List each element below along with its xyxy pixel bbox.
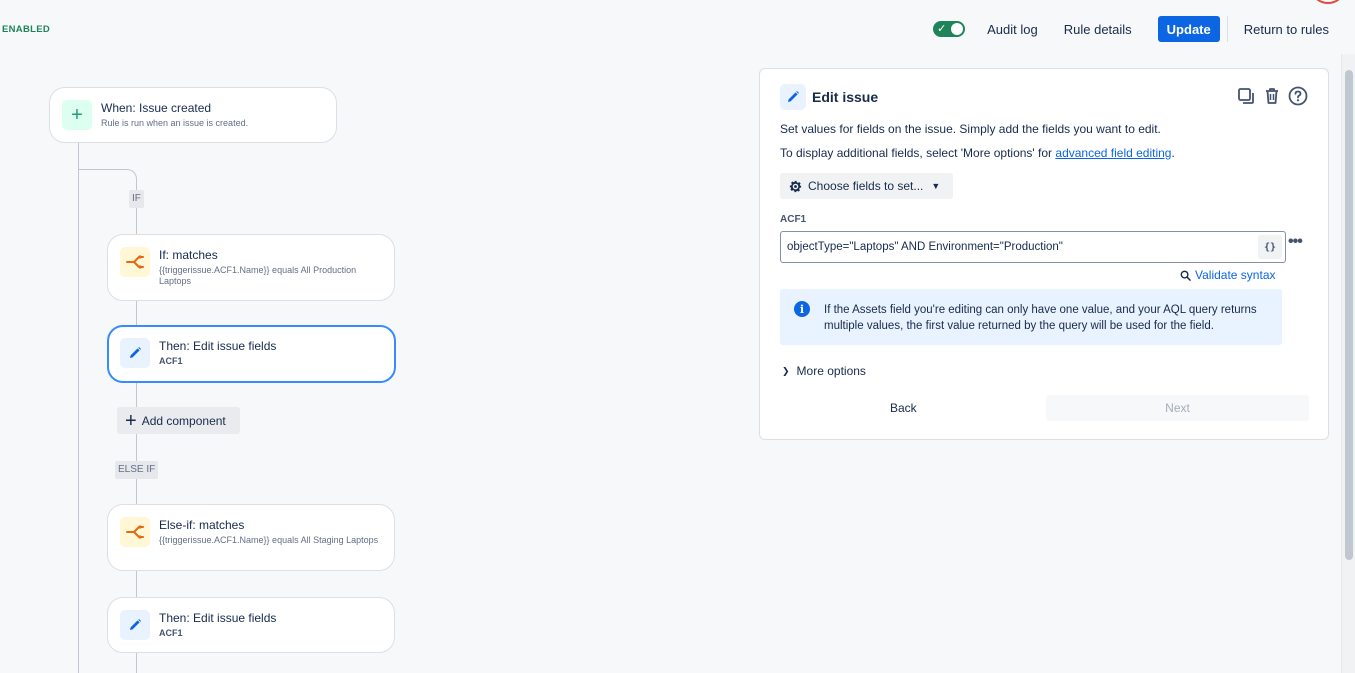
choose-fields-button[interactable]: Choose fields to set... ▼ (780, 173, 953, 199)
flow-branch-curve (78, 169, 137, 189)
validate-syntax-button[interactable]: Validate syntax (1180, 268, 1276, 282)
pencil-icon (120, 338, 150, 368)
trigger-subtitle: Rule is run when an issue is created. (101, 118, 249, 128)
next-button[interactable]: Next (1046, 395, 1309, 421)
branch-icon (120, 517, 150, 547)
return-to-rules-button[interactable]: Return to rules (1244, 22, 1329, 37)
advanced-field-editing-link[interactable]: advanced field editing (1055, 146, 1171, 160)
smart-values-button[interactable]: {} (1258, 235, 1282, 259)
acf1-aql-input[interactable]: objectType="Laptops" AND Environment="Pr… (780, 231, 1286, 263)
desc-2-suffix: . (1171, 146, 1175, 160)
if-condition-node[interactable]: If: matches {{triggerissue.ACF1.Name}} e… (107, 234, 395, 301)
info-message-text: If the Assets field you're editing can o… (824, 304, 1257, 332)
then-edit-node-1[interactable]: Then: Edit issue fields ACF1 (107, 325, 396, 383)
else-if-node-subtitle: {{triggerissue.ACF1.Name}} equals All St… (159, 535, 379, 545)
more-actions-icon[interactable]: ••• (1288, 233, 1303, 251)
search-icon (1180, 270, 1191, 281)
chevron-down-icon: ▼ (931, 181, 941, 191)
copy-icon[interactable] (1236, 85, 1256, 107)
enabled-badge: ENABLED (2, 24, 51, 35)
then-node-1-title: Then: Edit issue fields (159, 339, 277, 353)
panel-header: Edit issue (780, 84, 878, 110)
then-node-1-subtitle: ACF1 (159, 356, 183, 366)
else-if-tag: ELSE IF (115, 461, 159, 479)
chevron-right-icon: ❯ (782, 365, 790, 376)
audit-log-button[interactable]: Audit log (987, 22, 1038, 37)
if-node-subtitle: {{triggerissue.ACF1.Name}} equals All Pr… (159, 265, 357, 286)
if-node-title: If: matches (159, 248, 218, 262)
trigger-node[interactable]: + When: Issue created Rule is run when a… (49, 87, 337, 143)
avatar[interactable] (1311, 0, 1345, 4)
scrollbar-thumb[interactable] (1345, 70, 1353, 560)
then-node-2-subtitle: ACF1 (159, 628, 183, 638)
plus-icon: + (62, 100, 92, 130)
rule-enabled-toggle[interactable]: ✓ (933, 21, 966, 37)
then-node-2-title: Then: Edit issue fields (159, 611, 277, 625)
then-edit-node-2[interactable]: Then: Edit issue fields ACF1 (107, 597, 395, 653)
plus-icon: + (125, 409, 137, 432)
flow-line-main (78, 143, 79, 673)
toolbar-divider (1226, 16, 1228, 42)
pencil-icon (120, 610, 150, 640)
else-if-condition-node[interactable]: Else-if: matches {{triggerissue.ACF1.Nam… (107, 504, 395, 571)
back-button[interactable]: Back (890, 401, 917, 415)
more-options-label: More options (796, 364, 866, 378)
top-toolbar: ✓ Audit log Rule details Update Return t… (933, 16, 1329, 42)
if-tag: IF (129, 190, 144, 208)
panel-tools (1236, 85, 1308, 107)
acf1-field-label: ACF1 (780, 214, 807, 225)
trash-icon[interactable] (1262, 85, 1282, 107)
panel-title: Edit issue (812, 89, 879, 105)
info-icon: i (794, 301, 810, 317)
rule-details-button[interactable]: Rule details (1064, 22, 1132, 37)
choose-fields-label: Choose fields to set... (808, 179, 924, 193)
else-if-node-title: Else-if: matches (159, 518, 245, 532)
more-options-toggle[interactable]: ❯ More options (782, 364, 866, 378)
gear-icon (789, 180, 802, 192)
panel-description-2: To display additional fields, select 'Mo… (780, 146, 1175, 160)
branch-icon (120, 247, 150, 277)
edit-issue-panel: Edit issue Set values for fields on the … (759, 68, 1329, 440)
acf1-aql-value: objectType="Laptops" AND Environment="Pr… (787, 241, 1063, 253)
validate-syntax-label: Validate syntax (1195, 268, 1276, 282)
desc-2-prefix: To display additional fields, select 'Mo… (780, 146, 1056, 160)
panel-description-1: Set values for fields on the issue. Simp… (780, 122, 1161, 136)
add-component-label: Add component (141, 413, 226, 428)
info-message: i If the Assets field you're editing can… (780, 289, 1282, 345)
toggle-knob (951, 23, 964, 35)
page-scrollbar[interactable] (1341, 54, 1355, 673)
update-button[interactable]: Update (1157, 16, 1220, 42)
trigger-title: When: Issue created (101, 101, 212, 115)
check-icon: ✓ (937, 23, 947, 35)
pencil-icon (780, 84, 806, 110)
add-component-button[interactable]: + Add component (117, 407, 240, 434)
help-icon[interactable] (1288, 85, 1308, 107)
